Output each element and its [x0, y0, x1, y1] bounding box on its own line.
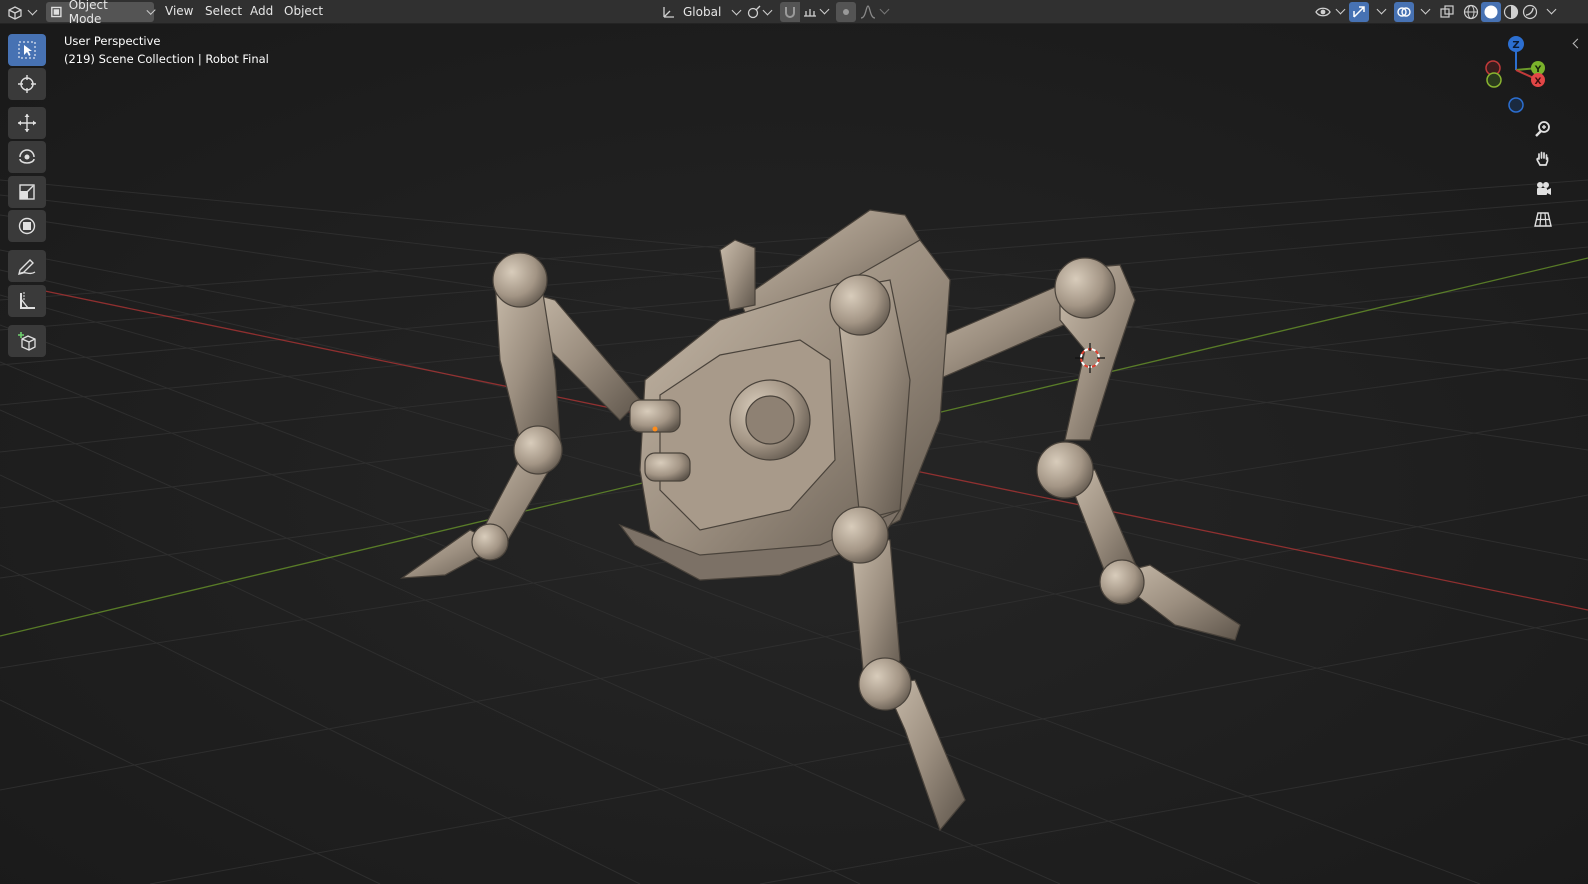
gizmo-neg-y[interactable] — [1486, 72, 1502, 88]
zoom-button[interactable] — [1528, 115, 1558, 143]
overlay-circles-icon — [1397, 7, 1411, 17]
hand-pan-icon — [1536, 151, 1549, 166]
rendered-shading-button[interactable] — [1520, 2, 1540, 22]
solid-sphere-icon — [1484, 5, 1498, 19]
magnet-icon — [785, 7, 795, 18]
robot-joint — [471, 523, 509, 561]
proportional-editing-toggle[interactable] — [836, 2, 856, 22]
pan-button[interactable] — [1528, 145, 1558, 173]
cursor-icon — [18, 75, 36, 93]
pivot-point-dropdown[interactable] — [746, 2, 773, 22]
rotate-icon — [19, 149, 35, 164]
annotate-tool[interactable] — [8, 250, 46, 282]
viewport-header: Object Mode View Select Add Object Globa… — [0, 0, 1588, 26]
move-tool[interactable] — [8, 107, 46, 139]
robot-joint — [1099, 559, 1145, 605]
snap-toggle[interactable] — [780, 2, 800, 22]
robot-joint — [831, 506, 889, 564]
measure-icon — [20, 292, 35, 309]
measure-tool[interactable] — [8, 285, 46, 317]
camera-icon — [1537, 182, 1551, 195]
robot-camera-lower — [644, 452, 691, 482]
cursor-tool[interactable] — [8, 68, 46, 100]
snap-increment-icon — [804, 9, 816, 17]
rendered-sphere-icon — [1522, 4, 1538, 20]
robot-joint — [858, 657, 912, 711]
robot-eye-lens-inner — [745, 395, 795, 445]
perspective-toggle-button[interactable] — [1528, 205, 1558, 233]
gizmo-toggle[interactable] — [1349, 2, 1369, 22]
chevron-down-icon — [762, 5, 773, 16]
robot-joint — [829, 274, 891, 336]
wireframe-shading-button[interactable] — [1461, 2, 1481, 22]
gizmo-z-label: Z — [1512, 40, 1519, 51]
mode-dropdown[interactable]: Object Mode — [46, 0, 156, 26]
robot-joint — [513, 425, 563, 475]
scale-tool[interactable] — [8, 176, 46, 208]
solid-shading-button[interactable] — [1481, 2, 1501, 22]
rotate-tool[interactable] — [8, 141, 46, 173]
chevron-down-icon — [879, 4, 890, 15]
transform-tool[interactable] — [8, 210, 46, 242]
scale-icon — [19, 184, 35, 200]
material-sphere-icon — [1503, 4, 1519, 20]
collection-info-label: (219) Scene Collection | Robot Final — [64, 52, 269, 66]
add-cube-tool[interactable] — [8, 325, 46, 357]
chevron-down-icon — [1546, 4, 1557, 15]
object-mode-icon — [51, 6, 62, 18]
move-icon — [18, 114, 36, 132]
xray-toggle[interactable] — [1437, 2, 1457, 22]
camera-view-button[interactable] — [1528, 175, 1558, 203]
eye-icon — [1315, 7, 1331, 17]
menu-add[interactable]: Add — [250, 4, 273, 18]
add-cube-icon — [18, 332, 36, 351]
grid-icon — [1534, 212, 1552, 227]
viewport-scene — [0, 24, 1588, 884]
falloff-curve-icon — [860, 5, 876, 19]
gizmo-x-label: X — [1535, 77, 1542, 87]
select-box-tool[interactable] — [8, 34, 46, 66]
annotate-icon — [18, 259, 36, 275]
mode-label: Object Mode — [68, 0, 108, 26]
snap-target-dropdown[interactable] — [800, 2, 820, 22]
overlays-toggle[interactable] — [1394, 2, 1414, 22]
menu-view[interactable]: View — [165, 4, 193, 18]
editor-type-button[interactable] — [6, 2, 38, 22]
object-origin-dot — [652, 426, 658, 432]
xray-icon — [1440, 5, 1454, 18]
proportional-edit-icon — [843, 9, 849, 15]
chevron-down-icon — [1335, 4, 1346, 15]
robot-joint — [1036, 441, 1094, 499]
wireframe-sphere-icon — [1463, 4, 1479, 20]
orientation-label: Global — [683, 5, 722, 19]
menu-object[interactable]: Object — [284, 4, 323, 18]
chevron-down-icon — [731, 5, 742, 16]
chevron-down-icon — [27, 5, 38, 16]
robot-joint — [492, 252, 548, 308]
zoom-icon — [1535, 121, 1550, 137]
3d-viewport[interactable]: User Perspective (219) Scene Collection … — [0, 24, 1588, 884]
3d-viewport-icon — [8, 6, 22, 20]
transform-icon — [18, 217, 36, 235]
chevron-down-icon — [1420, 4, 1431, 15]
navigation-gizmo[interactable]: Z Y X — [1476, 30, 1556, 120]
visibility-dropdown[interactable] — [1313, 2, 1333, 22]
falloff-dropdown[interactable] — [858, 2, 878, 22]
chevron-down-icon — [146, 5, 156, 16]
view-name-label: User Perspective — [64, 34, 161, 48]
chevron-down-icon — [819, 4, 830, 15]
select-box-icon — [18, 41, 36, 59]
gizmo-arrows-icon — [1353, 6, 1365, 18]
gizmo-neg-z[interactable] — [1508, 97, 1524, 113]
material-preview-shading-button[interactable] — [1501, 2, 1521, 22]
chevron-down-icon — [1376, 4, 1387, 15]
pivot-icon — [747, 5, 761, 19]
robot-joint — [1054, 257, 1116, 319]
transform-orientation-dropdown[interactable]: Global — [661, 2, 742, 22]
orientation-axes-icon — [663, 7, 674, 18]
menu-select[interactable]: Select — [205, 4, 242, 18]
